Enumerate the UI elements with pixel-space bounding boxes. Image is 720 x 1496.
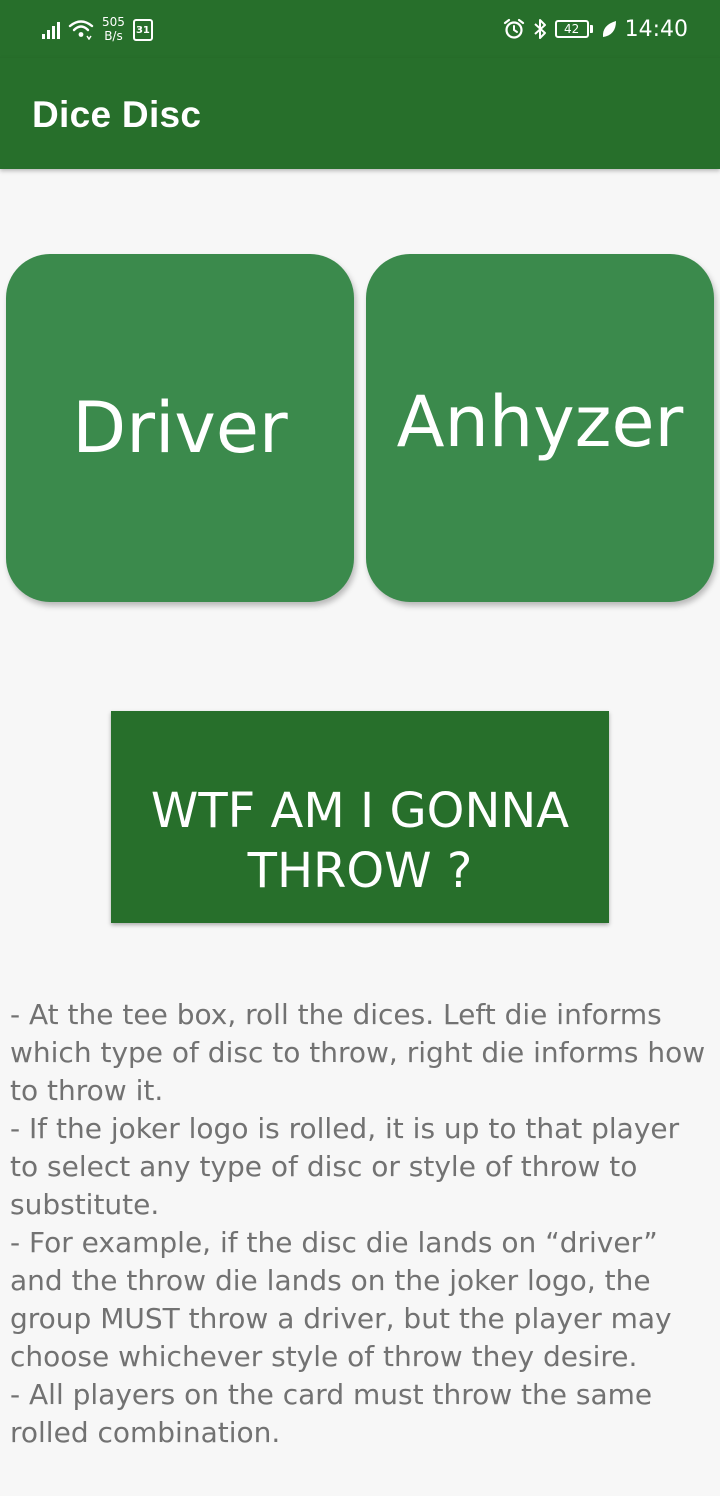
throw-style-die[interactable]: Anhyzer [366,254,714,602]
status-bar: 505 B/s 31 42 14:40 [0,0,720,58]
disc-type-die-label: Driver [72,387,288,469]
calendar-icon: 31 [132,19,153,41]
alarm-icon [503,18,525,40]
instruction-line: - If the joker logo is rolled, it is up … [10,1112,680,1221]
instructions-text: - At the tee box, roll the dices. Left d… [10,996,716,1452]
throw-style-die-label: Anhyzer [396,381,684,463]
network-speed-unit: B/s [104,29,123,43]
battery-tip [589,25,593,33]
app-title: Dice Disc [32,94,202,135]
instruction-line: - For example, if the disc die lands on … [10,1226,672,1373]
battery-icon: 42 [554,20,593,38]
bluetooth-icon [533,18,547,40]
disc-type-die[interactable]: Driver [6,254,354,602]
network-speed: 505 B/s [102,15,125,43]
status-clock: 14:40 [624,16,688,42]
network-speed-value: 505 [102,15,125,29]
app-bar: Dice Disc [0,58,720,169]
instruction-line: - All players on the card must throw the… [10,1378,653,1449]
wifi-icon [68,18,94,40]
status-left-group: 505 B/s 31 [42,12,153,46]
battery-level: 42 [554,20,589,38]
calendar-day: 31 [135,24,150,36]
instruction-line: - At the tee box, roll the dices. Left d… [10,998,706,1107]
status-right-group: 42 14:40 [503,14,688,44]
leaf-icon [601,19,617,39]
signal-icon [42,19,60,39]
roll-dice-button[interactable]: WTF AM I GONNA THROW ? [111,711,609,923]
